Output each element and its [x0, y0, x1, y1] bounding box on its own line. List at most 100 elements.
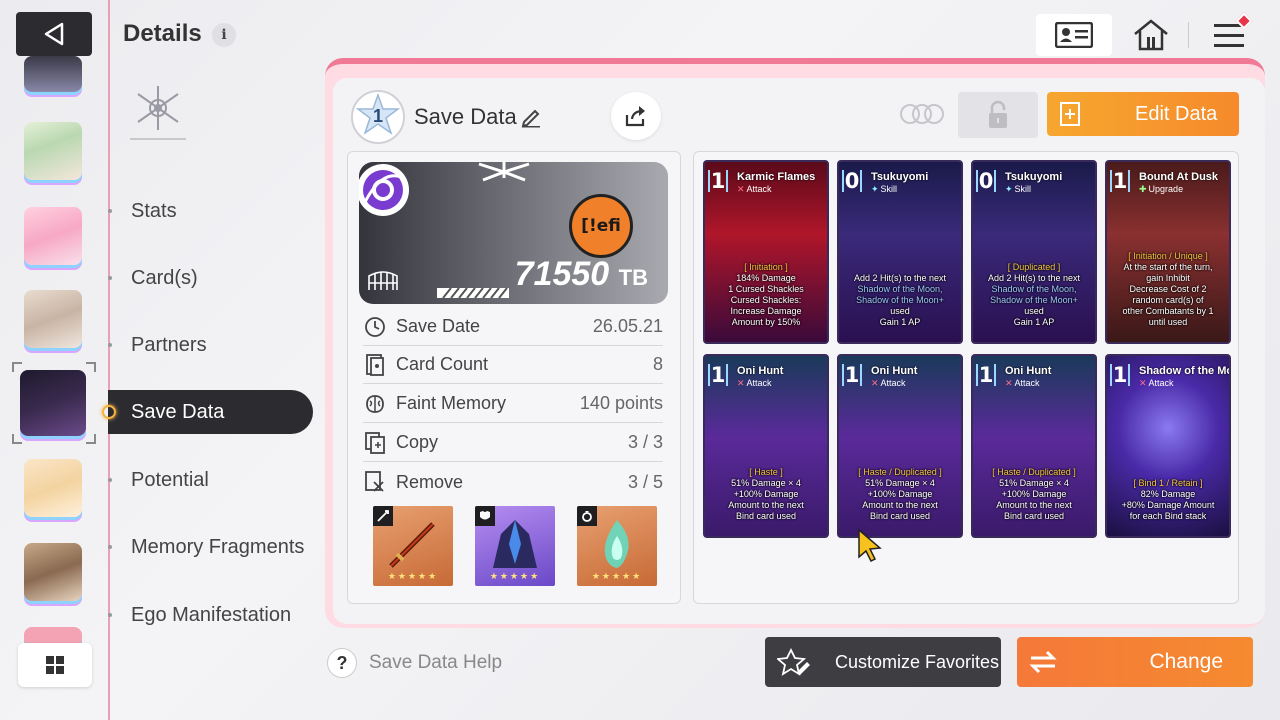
nav-item-save-data[interactable]: Save Data — [102, 390, 313, 434]
stat-row-remove: Remove 3 / 5 — [363, 463, 663, 501]
equipment-armor-slot[interactable]: ★★★★★ — [475, 506, 555, 586]
home-button[interactable] — [1128, 14, 1174, 56]
stat-label: Faint Memory — [396, 393, 507, 413]
card[interactable]: 1 Oni Hunt ✕ Attack [ Haste / Duplicated … — [837, 354, 963, 538]
colosseum-icon — [368, 271, 398, 290]
change-button[interactable]: Change — [1017, 637, 1253, 687]
back-button[interactable] — [16, 12, 92, 56]
card[interactable]: 1 Bound At Dusk ✚ Upgrade [ Initiation / … — [1105, 160, 1231, 344]
card-type-label: Attack — [1014, 378, 1040, 388]
card-type-label: Upgrade — [1148, 184, 1184, 194]
card-line: for each Bind stack — [1129, 511, 1207, 521]
card-line: Decrease Cost of 2 — [1129, 284, 1207, 294]
card-type-label: Attack — [1148, 378, 1174, 388]
nav-item-label: Save Data — [131, 400, 225, 423]
card[interactable]: 1 Shadow of the Moon ✕Attack [ Bind 1 / … — [1105, 354, 1231, 538]
grid-view-button[interactable] — [18, 643, 92, 687]
character-portrait[interactable] — [24, 543, 82, 601]
nav-item-memory-fragments[interactable]: Memory Fragments — [108, 525, 313, 569]
card-tag: [ Haste / Duplicated ] — [992, 467, 1076, 477]
save-data-label: Save Data — [414, 104, 517, 129]
info-button[interactable]: i — [212, 23, 236, 47]
nav-item-potential[interactable]: Potential — [108, 458, 313, 502]
edit-data-icon — [1060, 102, 1080, 126]
card-tag: [ Haste / Duplicated ] — [858, 467, 942, 477]
card-name: Shadow of the Moon — [1139, 365, 1229, 377]
card-type: ✕ Attack — [871, 378, 906, 389]
card-name: Karmic Flames — [737, 171, 816, 183]
card-type: ✚ Upgrade — [1139, 184, 1183, 195]
card-line: 51% Damage × 4 — [999, 478, 1069, 488]
character-portrait[interactable] — [24, 459, 82, 517]
card-line: +100% Damage — [733, 489, 799, 499]
attack-type-icon: ✕ — [871, 378, 879, 388]
skill-type-icon: ✦ — [871, 184, 879, 194]
profile-card-button[interactable] — [1036, 14, 1112, 56]
card[interactable]: 0 Tsukuyomi ✦ Skill Add 2 Hit(s) to the n… — [837, 160, 963, 344]
skill-type-icon: ✦ — [1005, 184, 1013, 194]
faction-logo: [!efi — [569, 194, 633, 258]
nav-bullet — [108, 478, 112, 482]
card-line: Bind card used — [735, 511, 797, 521]
nav-item-ego-manifestation[interactable]: Ego Manifestation — [108, 593, 313, 637]
nav-item-stats[interactable]: Stats — [108, 189, 313, 233]
character-portrait[interactable] — [24, 207, 82, 265]
stat-value: 26.05.21 — [592, 316, 663, 336]
card[interactable]: 1 Karmic Flames ✕ Attack [ Initiation ] 1… — [703, 160, 829, 344]
card-cost: 1 — [1110, 364, 1130, 386]
card-cost: 1 — [708, 170, 728, 192]
brain-icon — [363, 392, 387, 416]
card-name: Tsukuyomi — [1005, 171, 1063, 183]
customize-favorites-button[interactable]: Customize Favorites — [765, 637, 1001, 687]
nav-bullet — [108, 209, 112, 213]
cursor-icon — [858, 528, 882, 562]
back-arrow-icon — [44, 22, 64, 46]
equipment-weapon-slot[interactable]: ★★★★★ — [373, 506, 453, 586]
card-line: other Combatants by 1 — [1122, 306, 1214, 316]
stat-row-card-count: Card Count 8 — [363, 346, 663, 384]
card-type-label: Skill — [1014, 184, 1032, 194]
grid-icon — [46, 656, 64, 674]
rename-button[interactable] — [520, 106, 542, 128]
stat-value: 140 points — [579, 393, 663, 413]
attack-type-icon: ✕ — [737, 184, 745, 194]
remove-icon — [363, 470, 387, 494]
help-link[interactable]: ? Save Data Help — [327, 648, 502, 678]
lock-button[interactable] — [958, 92, 1038, 138]
equipment-stars: ★★★★★ — [387, 571, 439, 581]
card-line: Bind card used — [869, 511, 931, 521]
share-button[interactable] — [611, 92, 661, 140]
card[interactable]: 0 Tsukuyomi ✦ Skill [ Duplicated ] Add 2 … — [971, 160, 1097, 344]
card-line: Shadow of the Moon+ — [856, 295, 944, 305]
nav-item-partners[interactable]: Partners — [108, 323, 313, 367]
character-portrait[interactable] — [24, 56, 82, 92]
attack-type-icon: ✕ — [737, 378, 745, 388]
lock-icon — [989, 100, 1007, 128]
card-description: [ Initiation ] 184% Damage 1 Cursed Shac… — [709, 262, 823, 328]
character-portrait[interactable] — [24, 122, 82, 180]
card-name: Oni Hunt — [1005, 365, 1052, 377]
character-rail — [0, 0, 110, 720]
card-line: Add 2 Hit(s) to the next — [987, 273, 1081, 283]
stat-value: 3 / 3 — [627, 432, 663, 452]
card[interactable]: 1 Oni Hunt ✕ Attack [ Haste / Duplicated … — [971, 354, 1097, 538]
link-rings-icon — [898, 102, 948, 126]
home-icon — [1134, 19, 1168, 51]
equipment-accessory-slot[interactable]: ★★★★★ — [577, 506, 657, 586]
card-line: Amount to the next — [862, 500, 938, 510]
card-line: until used — [1148, 317, 1188, 327]
edit-data-button[interactable]: Edit Data — [1047, 92, 1239, 136]
card-type: ✕ Attack — [737, 184, 772, 195]
character-portrait[interactable] — [24, 290, 82, 348]
nav-item-cards[interactable]: Card(s) — [108, 256, 313, 300]
card-name: Bound At Dusk — [1139, 171, 1219, 183]
card-line: Gain 1 AP — [1013, 317, 1055, 327]
stat-row-faint-memory: Faint Memory 140 points — [363, 385, 663, 423]
card-line: random card(s) of — [1132, 295, 1204, 305]
faction-emblem-icon — [128, 80, 188, 146]
card-line: 51% Damage × 4 — [731, 478, 801, 488]
card[interactable]: 1 Oni Hunt ✕ Attack [ Haste ] 51% Damage … — [703, 354, 829, 538]
card-description: [ Haste ] 51% Damage × 4 +100% Damage Am… — [709, 467, 823, 522]
stat-value: 8 — [652, 354, 663, 374]
character-portrait-selected[interactable] — [20, 370, 86, 436]
